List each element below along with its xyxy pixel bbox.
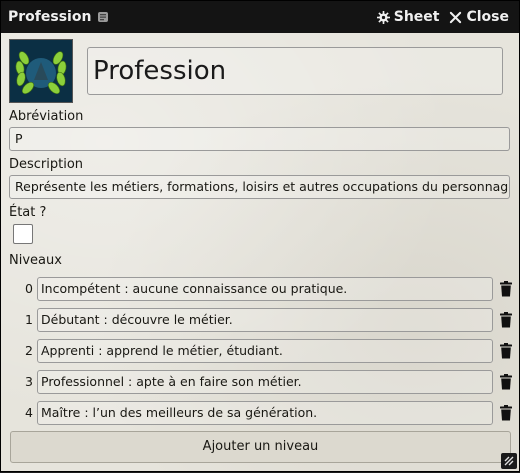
level-row: 1 Débutant : découvre le métier. (1, 308, 520, 332)
trash-icon[interactable] (499, 343, 513, 359)
abbreviation-label: Abréviation (9, 109, 84, 124)
trash-icon[interactable] (499, 312, 513, 328)
document-icon (98, 12, 109, 22)
close-icon (450, 11, 462, 23)
add-level-button[interactable]: Ajouter un niveau (10, 431, 511, 463)
sheet-button-label: Sheet (393, 9, 440, 25)
level-row: 2 Apprenti : apprend le métier, étudiant… (1, 339, 520, 363)
item-sheet-window: Profession Sheet Close Profession Abrévi… (0, 0, 520, 472)
laurel-wreath-icon (10, 40, 72, 102)
resize-handle[interactable] (501, 453, 517, 469)
description-input[interactable]: Représente les métiers, formations, lois… (9, 175, 510, 199)
close-button-label: Close (466, 9, 509, 25)
levels-label: Niveaux (9, 253, 62, 268)
close-button[interactable]: Close (449, 9, 509, 25)
level-text-input[interactable]: Maître : l’un des meilleurs de sa généra… (37, 401, 493, 425)
description-label: Description (9, 157, 84, 172)
window-titlebar[interactable]: Profession Sheet Close (1, 1, 519, 33)
gear-icon (376, 10, 390, 24)
trash-icon[interactable] (499, 405, 513, 421)
trash-icon[interactable] (499, 374, 513, 390)
abbreviation-input[interactable]: P (9, 127, 510, 151)
level-text-input[interactable]: Débutant : découvre le métier. (37, 308, 493, 332)
level-text-input[interactable]: Apprenti : apprend le métier, étudiant. (37, 339, 493, 363)
resize-icon (504, 456, 514, 466)
level-index: 0 (25, 281, 33, 296)
state-checkbox[interactable] (13, 224, 33, 244)
state-label: État ? (9, 205, 47, 220)
level-index: 4 (25, 405, 33, 420)
level-row: 0 Incompétent : aucune connaissance ou p… (1, 277, 520, 301)
level-index: 1 (25, 312, 33, 327)
level-row: 3 Professionnel : apte à en faire son mé… (1, 370, 520, 394)
trash-icon[interactable] (499, 281, 513, 297)
sheet-button[interactable]: Sheet (376, 9, 440, 25)
level-index: 2 (25, 343, 33, 358)
level-row: 4 Maître : l’un des meilleurs de sa géné… (1, 401, 520, 425)
level-index: 3 (25, 374, 33, 389)
level-text-input[interactable]: Professionnel : apte à en faire son méti… (37, 370, 493, 394)
item-name-input[interactable]: Profession (87, 47, 503, 95)
window-title: Profession (8, 9, 92, 25)
item-portrait[interactable] (9, 39, 73, 103)
level-text-input[interactable]: Incompétent : aucune connaissance ou pra… (37, 277, 493, 301)
